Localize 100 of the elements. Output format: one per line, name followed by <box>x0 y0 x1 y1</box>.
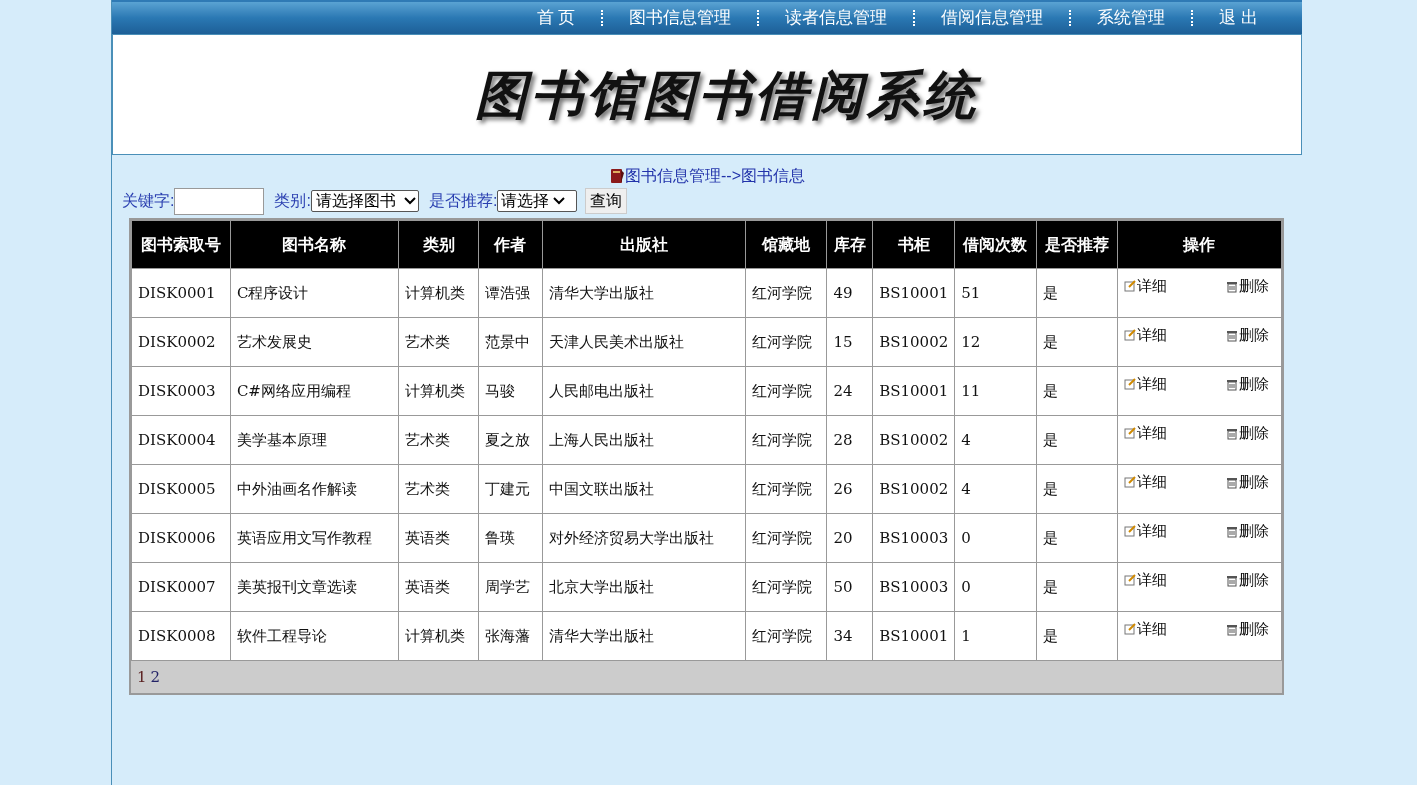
column-header: 图书索取号 <box>131 220 231 269</box>
table-cell: 计算机类 <box>398 611 479 661</box>
table-cell: DISK0003 <box>131 366 231 416</box>
table-cell: 49 <box>826 268 873 318</box>
table-cell: 是 <box>1036 366 1118 416</box>
table-cell: BS10003 <box>872 562 955 612</box>
book-icon <box>609 168 625 184</box>
edit-icon <box>1123 623 1136 636</box>
table-cell: 谭浩强 <box>478 268 543 318</box>
table-cell: 艺术类 <box>398 317 479 367</box>
recommend-select[interactable]: 请选择 <box>497 190 578 212</box>
table-cell: C程序设计 <box>230 268 399 318</box>
table-cell: 对外经济贸易大学出版社 <box>542 513 746 563</box>
details-link[interactable]: 详细 <box>1123 471 1167 494</box>
nav-link[interactable]: 系统管理 <box>1097 5 1166 31</box>
table-cell: 28 <box>826 415 873 465</box>
search-button[interactable]: 查询 <box>585 188 628 214</box>
column-header: 作者 <box>478 220 543 269</box>
table-cell: 艺术发展史 <box>230 317 399 367</box>
table-cell: 张海藩 <box>478 611 543 661</box>
column-header: 类别 <box>398 220 479 269</box>
table-cell: 软件工程导论 <box>230 611 399 661</box>
table-cell: 美学基本原理 <box>230 415 399 465</box>
trash-icon <box>1226 279 1238 293</box>
column-header: 馆藏地 <box>745 220 827 269</box>
column-header: 借阅次数 <box>954 220 1037 269</box>
details-link[interactable]: 详细 <box>1123 324 1167 347</box>
nav-link[interactable]: 图书信息管理 <box>629 5 732 31</box>
page-link[interactable]: 2 <box>150 665 161 689</box>
details-link[interactable]: 详细 <box>1123 618 1167 641</box>
details-link[interactable]: 详细 <box>1123 275 1167 298</box>
delete-link[interactable]: 删除 <box>1226 569 1269 592</box>
table-cell: 计算机类 <box>398 366 479 416</box>
table-cell: 周学艺 <box>478 562 543 612</box>
table-cell: DISK0008 <box>131 611 231 661</box>
table-cell: 丁建元 <box>478 464 543 514</box>
caret-icon <box>553 197 566 205</box>
nav-separator <box>757 10 760 26</box>
table-cell: 计算机类 <box>398 268 479 318</box>
table-cell: 红河学院 <box>745 513 827 563</box>
table-cell: 是 <box>1036 464 1118 514</box>
table-cell: 清华大学出版社 <box>542 268 746 318</box>
table-cell: DISK0007 <box>131 562 231 612</box>
delete-link[interactable]: 删除 <box>1226 373 1269 396</box>
table-cell: 1 <box>954 611 1037 661</box>
table-cell: 4 <box>954 464 1037 514</box>
delete-link[interactable]: 删除 <box>1226 618 1269 641</box>
table-cell: 34 <box>826 611 873 661</box>
nav-link[interactable]: 借阅信息管理 <box>941 5 1044 31</box>
nav-link[interactable]: 首 页 <box>536 5 576 31</box>
breadcrumb[interactable]: 图书信息管理-->图书信息 <box>625 164 805 188</box>
table-cell: BS10001 <box>872 611 955 661</box>
trash-icon <box>1226 524 1238 538</box>
recommend-label: 是否推荐: <box>428 191 498 211</box>
table-cell: 是 <box>1036 611 1118 661</box>
delete-link[interactable]: 删除 <box>1226 520 1269 543</box>
keyword-field[interactable] <box>174 187 265 215</box>
table-cell: 24 <box>826 366 873 416</box>
details-link[interactable]: 详细 <box>1123 422 1167 445</box>
delete-link[interactable]: 删除 <box>1226 471 1269 494</box>
table-cell: 中国文联出版社 <box>542 464 746 514</box>
table-cell: 英语类 <box>398 562 479 612</box>
column-header: 书柜 <box>872 220 955 269</box>
nav-separator <box>1069 10 1072 26</box>
details-link[interactable]: 详细 <box>1123 520 1167 543</box>
table-cell: 天津人民美术出版社 <box>542 317 746 367</box>
table-cell: DISK0002 <box>131 317 231 367</box>
category-select[interactable]: 请选择图书 <box>310 190 419 212</box>
table-cell: 北京大学出版社 <box>542 562 746 612</box>
table-cell: 范景中 <box>478 317 543 367</box>
table-cell: 51 <box>954 268 1037 318</box>
table-cell: DISK0004 <box>131 415 231 465</box>
table-cell: 是 <box>1036 317 1118 367</box>
table-cell: 鲁瑛 <box>478 513 543 563</box>
nav-link[interactable]: 退 出 <box>1219 5 1258 31</box>
table-cell: 是 <box>1036 513 1118 563</box>
table-cell: 红河学院 <box>745 317 827 367</box>
trash-icon <box>1226 377 1238 391</box>
table-cell: 美英报刊文章选读 <box>230 562 399 612</box>
nav-separator <box>601 10 604 26</box>
delete-link[interactable]: 删除 <box>1226 324 1269 347</box>
delete-link[interactable]: 删除 <box>1226 275 1269 298</box>
details-link[interactable]: 详细 <box>1123 569 1167 592</box>
current-page: 1 <box>137 666 147 688</box>
table-cell: DISK0006 <box>131 513 231 563</box>
table-cell: BS10002 <box>872 317 955 367</box>
column-header: 库存 <box>826 220 873 269</box>
table-cell: 11 <box>954 366 1037 416</box>
edit-icon <box>1123 476 1136 489</box>
delete-link[interactable]: 删除 <box>1226 422 1269 445</box>
table-cell: 26 <box>826 464 873 514</box>
edit-icon <box>1123 329 1136 342</box>
table-cell: 夏之放 <box>478 415 543 465</box>
table-cell: 是 <box>1036 562 1118 612</box>
table-cell: 人民邮电出版社 <box>542 366 746 416</box>
nav-link[interactable]: 读者信息管理 <box>785 5 888 31</box>
details-link[interactable]: 详细 <box>1123 373 1167 396</box>
table-cell: 红河学院 <box>745 562 827 612</box>
column-header: 操作 <box>1117 220 1282 269</box>
table-cell: BS10002 <box>872 464 955 514</box>
